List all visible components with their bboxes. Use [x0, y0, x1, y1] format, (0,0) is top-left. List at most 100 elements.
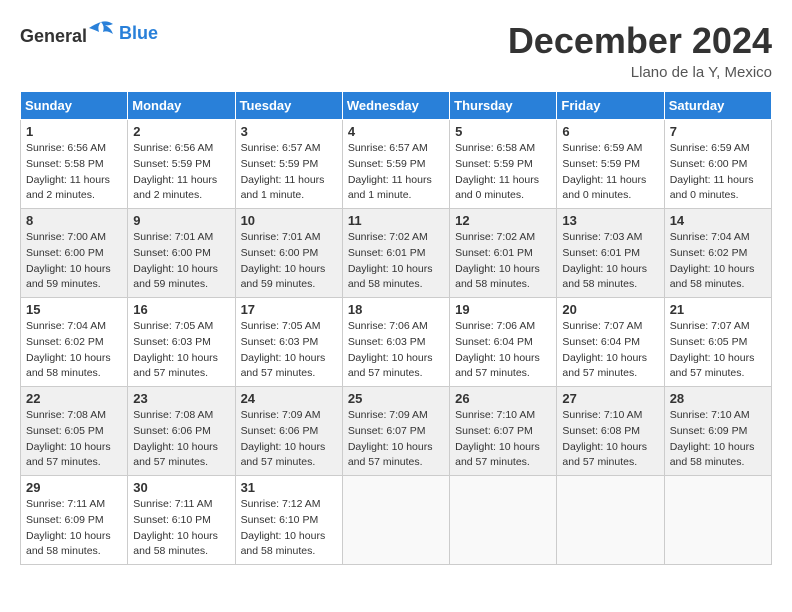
calendar-cell: 30 Sunrise: 7:11 AMSunset: 6:10 PMDayligh…	[128, 476, 235, 565]
day-info: Sunrise: 7:11 AMSunset: 6:09 PMDaylight:…	[26, 497, 122, 560]
week-row-5: 29 Sunrise: 7:11 AMSunset: 6:09 PMDayligh…	[21, 476, 772, 565]
day-number: 4	[348, 124, 444, 139]
day-info: Sunrise: 6:56 AMSunset: 5:59 PMDaylight:…	[133, 141, 229, 204]
day-info: Sunrise: 7:04 AMSunset: 6:02 PMDaylight:…	[670, 230, 766, 293]
day-number: 13	[562, 213, 658, 228]
day-number: 25	[348, 391, 444, 406]
calendar-cell: 22 Sunrise: 7:08 AMSunset: 6:05 PMDayligh…	[21, 387, 128, 476]
weekday-header-row: SundayMondayTuesdayWednesdayThursdayFrid…	[21, 92, 772, 120]
day-number: 20	[562, 302, 658, 317]
month-title: December 2024	[508, 20, 772, 62]
page-header: General Blue December 2024 Llano de la Y…	[20, 20, 772, 81]
day-number: 12	[455, 213, 551, 228]
logo: General Blue	[20, 20, 158, 47]
calendar-cell: 18 Sunrise: 7:06 AMSunset: 6:03 PMDayligh…	[342, 298, 449, 387]
day-info: Sunrise: 7:05 AMSunset: 6:03 PMDaylight:…	[133, 319, 229, 382]
calendar-cell: 4Sunrise: 6:57 AMSunset: 5:59 PMDaylight…	[342, 120, 449, 209]
calendar-cell: 2 Sunrise: 6:56 AMSunset: 5:59 PMDaylight…	[128, 120, 235, 209]
day-info: Sunrise: 6:58 AMSunset: 5:59 PMDaylight:…	[455, 141, 551, 204]
day-info: Sunrise: 7:11 AMSunset: 6:10 PMDaylight:…	[133, 497, 229, 560]
calendar-cell: 26Sunrise: 7:10 AMSunset: 6:07 PMDayligh…	[450, 387, 557, 476]
day-info: Sunrise: 7:07 AMSunset: 6:05 PMDaylight:…	[670, 319, 766, 382]
day-number: 24	[241, 391, 337, 406]
calendar-cell: 8Sunrise: 7:00 AMSunset: 6:00 PMDaylight…	[21, 209, 128, 298]
calendar-cell	[450, 476, 557, 565]
day-info: Sunrise: 7:03 AMSunset: 6:01 PMDaylight:…	[562, 230, 658, 293]
calendar-cell: 10Sunrise: 7:01 AMSunset: 6:00 PMDayligh…	[235, 209, 342, 298]
logo-bird-icon	[87, 20, 115, 42]
day-info: Sunrise: 7:05 AMSunset: 6:03 PMDaylight:…	[241, 319, 337, 382]
day-info: Sunrise: 6:56 AMSunset: 5:58 PMDaylight:…	[26, 141, 122, 204]
day-info: Sunrise: 7:10 AMSunset: 6:09 PMDaylight:…	[670, 408, 766, 471]
calendar-cell	[342, 476, 449, 565]
weekday-header-sunday: Sunday	[21, 92, 128, 120]
calendar-cell: 12 Sunrise: 7:02 AMSunset: 6:01 PMDayligh…	[450, 209, 557, 298]
day-number: 18	[348, 302, 444, 317]
day-number: 31	[241, 480, 337, 495]
day-number: 11	[348, 213, 444, 228]
day-info: Sunrise: 7:12 AMSunset: 6:10 PMDaylight:…	[241, 497, 337, 560]
day-info: Sunrise: 7:04 AMSunset: 6:02 PMDaylight:…	[26, 319, 122, 382]
calendar-cell: 27 Sunrise: 7:10 AMSunset: 6:08 PMDayligh…	[557, 387, 664, 476]
day-number: 30	[133, 480, 229, 495]
calendar-cell	[664, 476, 771, 565]
day-number: 1	[26, 124, 122, 139]
title-block: December 2024 Llano de la Y, Mexico	[508, 20, 772, 81]
calendar-cell: 20 Sunrise: 7:07 AMSunset: 6:04 PMDayligh…	[557, 298, 664, 387]
day-number: 16	[133, 302, 229, 317]
day-number: 14	[670, 213, 766, 228]
day-number: 22	[26, 391, 122, 406]
day-number: 3	[241, 124, 337, 139]
day-info: Sunrise: 7:06 AMSunset: 6:03 PMDaylight:…	[348, 319, 444, 382]
calendar-cell: 19Sunrise: 7:06 AMSunset: 6:04 PMDayligh…	[450, 298, 557, 387]
calendar-cell: 31 Sunrise: 7:12 AMSunset: 6:10 PMDayligh…	[235, 476, 342, 565]
day-number: 15	[26, 302, 122, 317]
weekday-header-monday: Monday	[128, 92, 235, 120]
day-info: Sunrise: 7:01 AMSunset: 6:00 PMDaylight:…	[241, 230, 337, 293]
calendar-cell: 14 Sunrise: 7:04 AMSunset: 6:02 PMDayligh…	[664, 209, 771, 298]
day-number: 6	[562, 124, 658, 139]
calendar-cell: 7Sunrise: 6:59 AMSunset: 6:00 PMDaylight…	[664, 120, 771, 209]
day-info: Sunrise: 7:09 AMSunset: 6:07 PMDaylight:…	[348, 408, 444, 471]
day-info: Sunrise: 6:59 AMSunset: 5:59 PMDaylight:…	[562, 141, 658, 204]
calendar-cell: 1 Sunrise: 6:56 AMSunset: 5:58 PMDaylight…	[21, 120, 128, 209]
weekday-header-thursday: Thursday	[450, 92, 557, 120]
day-info: Sunrise: 7:06 AMSunset: 6:04 PMDaylight:…	[455, 319, 551, 382]
week-row-4: 22 Sunrise: 7:08 AMSunset: 6:05 PMDayligh…	[21, 387, 772, 476]
day-number: 27	[562, 391, 658, 406]
day-info: Sunrise: 7:09 AMSunset: 6:06 PMDaylight:…	[241, 408, 337, 471]
calendar-cell: 25 Sunrise: 7:09 AMSunset: 6:07 PMDayligh…	[342, 387, 449, 476]
day-info: Sunrise: 7:02 AMSunset: 6:01 PMDaylight:…	[455, 230, 551, 293]
calendar-cell: 15 Sunrise: 7:04 AMSunset: 6:02 PMDayligh…	[21, 298, 128, 387]
week-row-2: 8Sunrise: 7:00 AMSunset: 6:00 PMDaylight…	[21, 209, 772, 298]
calendar-cell: 5 Sunrise: 6:58 AMSunset: 5:59 PMDaylight…	[450, 120, 557, 209]
day-info: Sunrise: 6:57 AMSunset: 5:59 PMDaylight:…	[241, 141, 337, 204]
week-row-1: 1 Sunrise: 6:56 AMSunset: 5:58 PMDaylight…	[21, 120, 772, 209]
day-info: Sunrise: 7:08 AMSunset: 6:06 PMDaylight:…	[133, 408, 229, 471]
day-info: Sunrise: 7:07 AMSunset: 6:04 PMDaylight:…	[562, 319, 658, 382]
calendar-cell: 23 Sunrise: 7:08 AMSunset: 6:06 PMDayligh…	[128, 387, 235, 476]
day-number: 2	[133, 124, 229, 139]
calendar-cell	[557, 476, 664, 565]
calendar-table: SundayMondayTuesdayWednesdayThursdayFrid…	[20, 91, 772, 565]
calendar-cell: 16 Sunrise: 7:05 AMSunset: 6:03 PMDayligh…	[128, 298, 235, 387]
day-number: 17	[241, 302, 337, 317]
weekday-header-friday: Friday	[557, 92, 664, 120]
day-number: 5	[455, 124, 551, 139]
day-info: Sunrise: 6:59 AMSunset: 6:00 PMDaylight:…	[670, 141, 766, 204]
weekday-header-wednesday: Wednesday	[342, 92, 449, 120]
calendar-cell: 11Sunrise: 7:02 AMSunset: 6:01 PMDayligh…	[342, 209, 449, 298]
day-info: Sunrise: 7:01 AMSunset: 6:00 PMDaylight:…	[133, 230, 229, 293]
day-number: 29	[26, 480, 122, 495]
day-info: Sunrise: 7:10 AMSunset: 6:08 PMDaylight:…	[562, 408, 658, 471]
day-info: Sunrise: 7:08 AMSunset: 6:05 PMDaylight:…	[26, 408, 122, 471]
day-number: 21	[670, 302, 766, 317]
calendar-cell: 3 Sunrise: 6:57 AMSunset: 5:59 PMDaylight…	[235, 120, 342, 209]
day-number: 23	[133, 391, 229, 406]
location-text: Llano de la Y, Mexico	[508, 64, 772, 81]
day-info: Sunrise: 7:00 AMSunset: 6:00 PMDaylight:…	[26, 230, 122, 293]
calendar-cell: 21 Sunrise: 7:07 AMSunset: 6:05 PMDayligh…	[664, 298, 771, 387]
calendar-cell: 6 Sunrise: 6:59 AMSunset: 5:59 PMDaylight…	[557, 120, 664, 209]
week-row-3: 15 Sunrise: 7:04 AMSunset: 6:02 PMDayligh…	[21, 298, 772, 387]
calendar-cell: 28Sunrise: 7:10 AMSunset: 6:09 PMDayligh…	[664, 387, 771, 476]
